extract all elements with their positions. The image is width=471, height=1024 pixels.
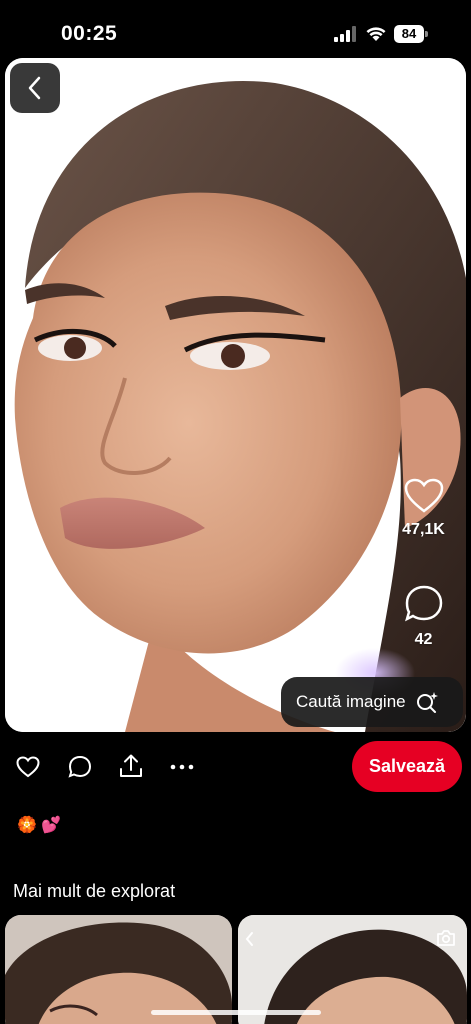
visual-search-button[interactable]: Caută imagine bbox=[281, 677, 463, 727]
more-button[interactable] bbox=[168, 760, 196, 774]
pin-like-button[interactable]: 47,1K bbox=[396, 478, 451, 539]
wifi-icon bbox=[366, 27, 386, 41]
related-pin[interactable] bbox=[5, 915, 232, 1024]
save-button[interactable]: Salvează bbox=[352, 741, 462, 792]
heart-icon bbox=[404, 478, 443, 513]
battery-level: 84 bbox=[394, 25, 424, 43]
share-icon bbox=[120, 754, 142, 777]
more-icon bbox=[170, 764, 194, 770]
heart-icon bbox=[16, 756, 40, 778]
related-pin-image bbox=[5, 915, 232, 1024]
battery-icon: 84 bbox=[394, 25, 428, 43]
visual-search-icon bbox=[416, 692, 438, 713]
status-time: 00:25 bbox=[61, 22, 118, 45]
more-to-explore-title: Mai mult de explorat bbox=[13, 881, 176, 901]
pin-description: 🏵️ 💕 bbox=[17, 817, 62, 834]
visual-search-label: Caută imagine bbox=[296, 692, 406, 711]
like-button[interactable] bbox=[15, 754, 41, 780]
comment-button[interactable] bbox=[67, 754, 93, 780]
share-button[interactable] bbox=[118, 752, 144, 780]
likes-count: 47,1K bbox=[402, 521, 445, 538]
comment-icon bbox=[68, 755, 92, 778]
signal-icon bbox=[334, 26, 356, 42]
back-chevron-icon bbox=[28, 76, 41, 100]
pin-comment-button[interactable]: 42 bbox=[396, 584, 451, 649]
home-indicator[interactable] bbox=[151, 1010, 321, 1015]
related-pin-image bbox=[238, 915, 467, 1024]
back-button[interactable] bbox=[10, 63, 60, 113]
comments-count: 42 bbox=[414, 631, 433, 648]
status-bar: 00:25 84 bbox=[0, 0, 471, 60]
related-pin[interactable] bbox=[238, 915, 467, 1024]
camera-icon[interactable] bbox=[436, 929, 456, 947]
comment-icon bbox=[404, 585, 442, 622]
